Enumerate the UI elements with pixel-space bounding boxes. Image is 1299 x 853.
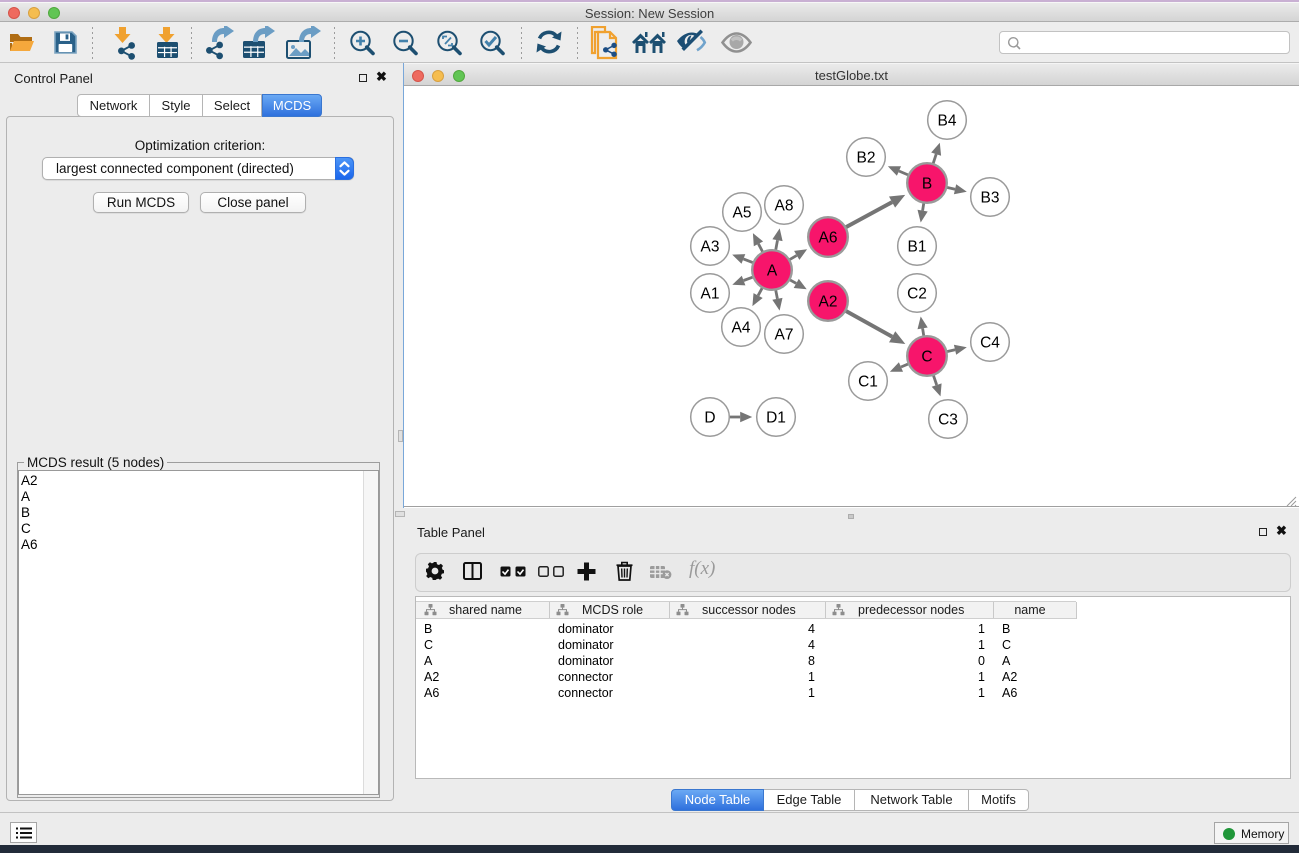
svg-text:A3: A3	[701, 238, 720, 255]
svg-text:D1: D1	[766, 409, 786, 426]
svg-text:D: D	[704, 409, 715, 426]
svg-text:C2: C2	[907, 285, 927, 302]
svg-text:C: C	[921, 348, 932, 365]
svg-text:C1: C1	[858, 373, 878, 390]
svg-text:B3: B3	[981, 189, 1000, 206]
svg-text:C3: C3	[938, 411, 958, 428]
svg-text:B2: B2	[857, 149, 876, 166]
svg-text:C4: C4	[980, 334, 1000, 351]
svg-text:B1: B1	[908, 238, 927, 255]
svg-text:A5: A5	[733, 204, 752, 221]
svg-text:B: B	[922, 175, 932, 192]
svg-text:A: A	[767, 262, 778, 279]
svg-text:A6: A6	[819, 229, 838, 246]
svg-text:A7: A7	[775, 326, 794, 343]
svg-text:B4: B4	[938, 112, 957, 129]
svg-text:A1: A1	[701, 285, 720, 302]
svg-text:A2: A2	[819, 293, 838, 310]
svg-text:A8: A8	[775, 197, 794, 214]
svg-text:A4: A4	[732, 319, 751, 336]
